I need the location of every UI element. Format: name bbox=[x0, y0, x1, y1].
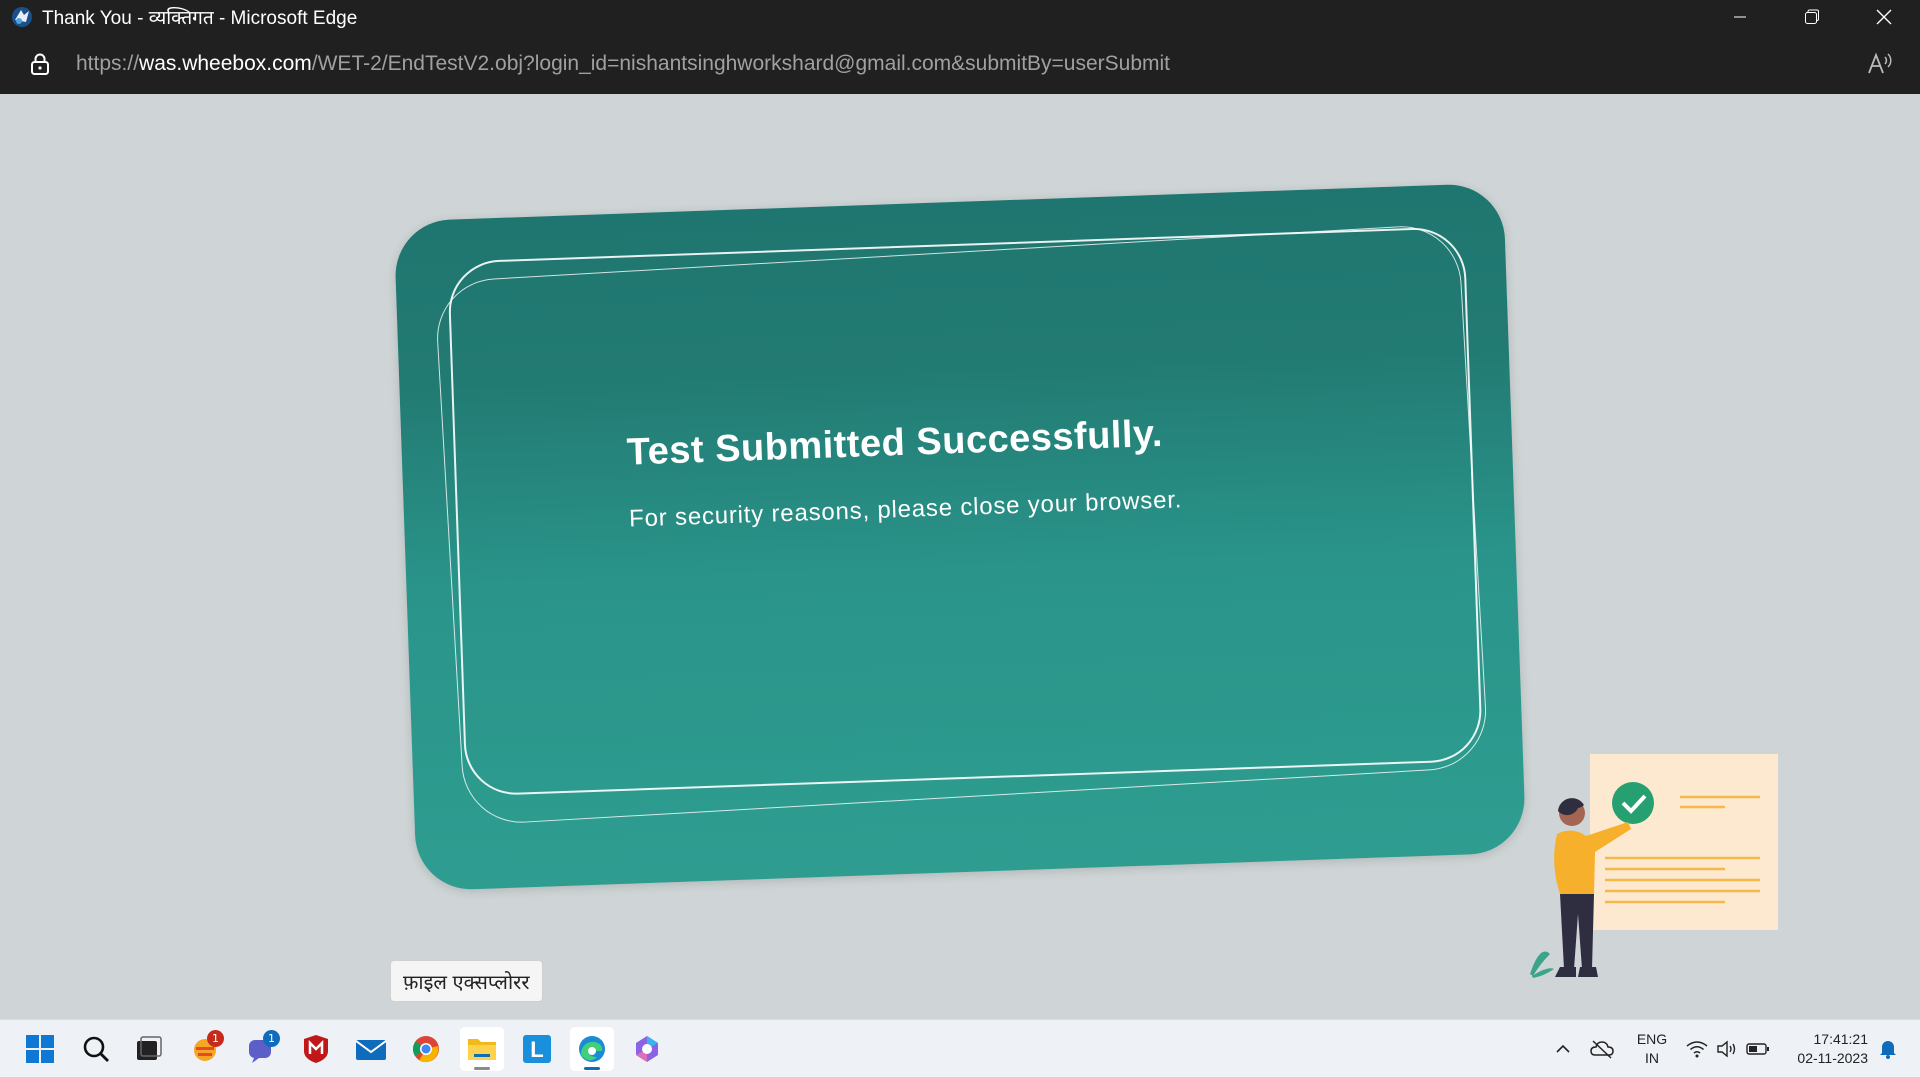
input-language[interactable]: ENG IN bbox=[1630, 1020, 1674, 1077]
copilot-icon[interactable] bbox=[625, 1027, 669, 1071]
mcafee-icon[interactable] bbox=[294, 1027, 338, 1071]
url-text[interactable]: https://was.wheebox.com/WET-2/EndTestV2.… bbox=[76, 52, 1170, 76]
edge-icon[interactable] bbox=[570, 1027, 614, 1071]
window-title: Thank You - व्यक्तिगत - Microsoft Edge bbox=[42, 7, 358, 29]
lock-icon[interactable] bbox=[28, 50, 52, 78]
task-view-icon[interactable] bbox=[127, 1027, 171, 1071]
search-icon[interactable] bbox=[74, 1027, 118, 1071]
chat-badge: 1 bbox=[263, 1030, 280, 1047]
active-indicator bbox=[584, 1067, 600, 1070]
read-aloud-icon[interactable] bbox=[1864, 47, 1896, 79]
language-code: ENG bbox=[1636, 1031, 1668, 1047]
restore-icon bbox=[1805, 9, 1819, 24]
close-icon bbox=[1876, 9, 1892, 24]
volume-icon[interactable] bbox=[1714, 1020, 1740, 1077]
region-code: IN bbox=[1645, 1050, 1659, 1066]
clock-date: 02-11-2023 bbox=[1797, 1050, 1868, 1066]
battery-icon[interactable] bbox=[1744, 1020, 1772, 1077]
l-app-label: L bbox=[530, 1037, 543, 1062]
l-app-icon[interactable]: L bbox=[515, 1027, 559, 1071]
chrome-icon[interactable] bbox=[404, 1027, 448, 1071]
onedrive-offline-icon[interactable] bbox=[1588, 1020, 1616, 1077]
url-path: /WET-2/EndTestV2.obj?login_id=nishantsin… bbox=[311, 51, 1171, 75]
wifi-icon[interactable] bbox=[1684, 1020, 1710, 1077]
url-host: was.wheebox.com bbox=[139, 51, 312, 75]
taskbar: 1 1 L ENG IN 17:41:21 02-11-2023 bbox=[0, 1019, 1920, 1077]
edge-profile-icon[interactable] bbox=[10, 5, 34, 29]
folder-icon[interactable] bbox=[460, 1027, 504, 1071]
chat-icon[interactable]: 1 bbox=[239, 1027, 283, 1071]
widgets-icon[interactable]: 1 bbox=[183, 1027, 227, 1071]
file-explorer-tooltip: फ़ाइल एक्सप्लोरर bbox=[390, 960, 543, 1002]
address-bar: https://was.wheebox.com/WET-2/EndTestV2.… bbox=[0, 33, 1920, 94]
close-button[interactable] bbox=[1848, 0, 1920, 33]
success-card: Test Submitted Successfully. For securit… bbox=[393, 182, 1527, 892]
clock-time: 17:41:21 bbox=[1813, 1031, 1869, 1047]
clock[interactable]: 17:41:21 02-11-2023 bbox=[1780, 1020, 1868, 1077]
minimize-button[interactable] bbox=[1704, 0, 1776, 33]
minimize-icon bbox=[1734, 16, 1746, 17]
page-content: Test Submitted Successfully. For securit… bbox=[0, 94, 1920, 1019]
windows-start-icon[interactable] bbox=[18, 1027, 62, 1071]
notification-bell-icon[interactable] bbox=[1874, 1020, 1902, 1077]
mail-icon[interactable] bbox=[349, 1027, 393, 1071]
url-prefix: https:// bbox=[76, 51, 140, 75]
active-indicator bbox=[474, 1067, 490, 1070]
title-bar: Thank You - व्यक्तिगत - Microsoft Edge bbox=[0, 0, 1920, 33]
widgets-badge: 1 bbox=[207, 1030, 224, 1047]
restore-button[interactable] bbox=[1776, 0, 1848, 33]
chevron-up-icon[interactable] bbox=[1551, 1020, 1575, 1077]
checklist-person-illustration bbox=[1530, 754, 1778, 978]
